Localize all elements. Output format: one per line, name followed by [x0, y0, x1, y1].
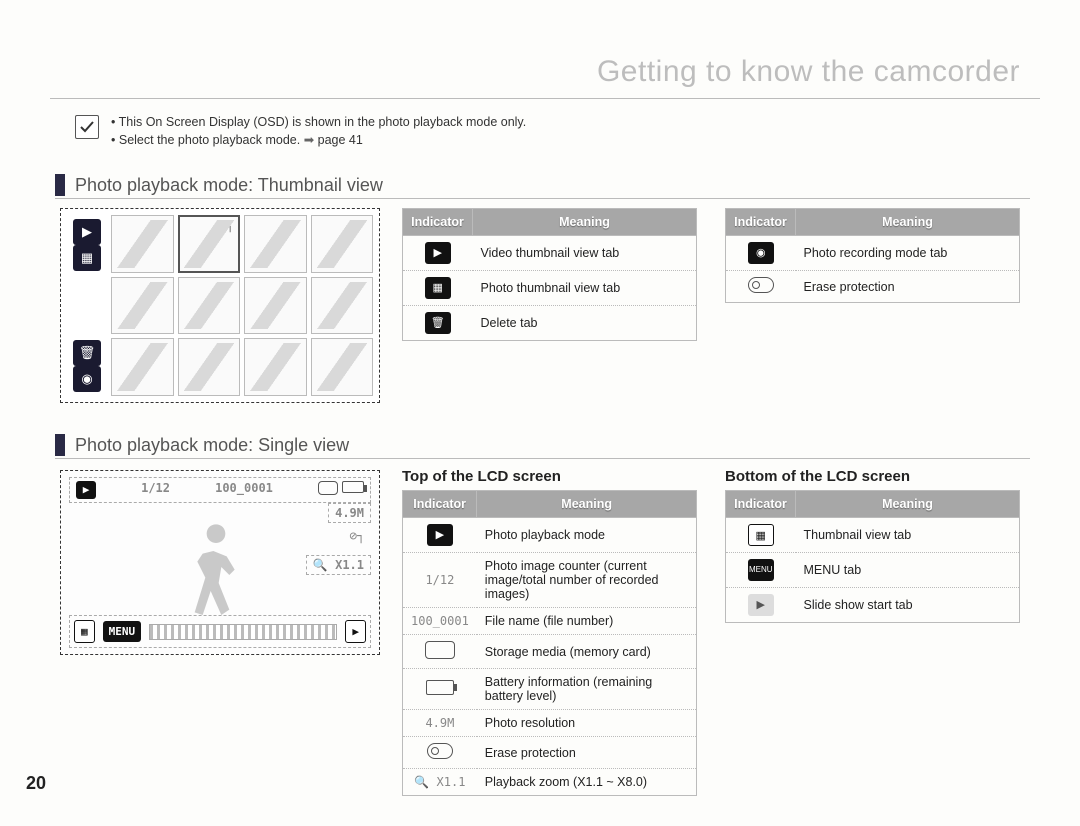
thumbnail-cell — [111, 338, 174, 396]
menu-tab-icon: MENU — [103, 621, 142, 642]
single-bottom-table: IndicatorMeaning ▦ Thumbnail view tab MEN… — [725, 490, 1020, 623]
accent-bar — [55, 434, 65, 456]
page-ref-arrow — [300, 133, 317, 147]
osd-bottom-row: ▦ MENU ▶ — [69, 615, 371, 648]
col-indicator: Indicator — [726, 209, 796, 236]
osd-resolution: 4.9M — [328, 503, 371, 523]
erase-protect-icon — [427, 743, 453, 759]
battery-icon — [426, 680, 454, 695]
meaning-cell: File name (file number) — [477, 608, 697, 635]
thumbnail-cell — [244, 277, 307, 335]
note-line: This On Screen Display (OSD) is shown in… — [111, 115, 526, 129]
camera-mode-icon: ◉ — [748, 242, 774, 264]
meaning-cell: Photo playback mode — [477, 518, 697, 553]
meaning-cell: Playback zoom (X1.1 ~ X8.0) — [477, 769, 697, 796]
thumbnail-cell — [178, 277, 241, 335]
note-text: Select the photo playback mode. — [119, 133, 300, 147]
indicator-table-right: IndicatorMeaning ◉ Photo recording mode t… — [725, 208, 1020, 303]
thumbnail-cell — [244, 215, 307, 273]
camera-mode-icon: ◉ — [73, 366, 101, 392]
note-line: Select the photo playback mode. page 41 — [111, 132, 526, 147]
meaning-cell: Photo thumbnail view tab — [473, 271, 697, 306]
delete-tab-icon: 🗑 — [73, 340, 101, 366]
protect-icon: ⊘┐ — [217, 219, 234, 232]
col-meaning: Meaning — [796, 491, 1020, 518]
col-meaning: Meaning — [473, 209, 697, 236]
meaning-cell: Photo recording mode tab — [796, 236, 1020, 271]
meaning-cell: Battery information (remaining battery l… — [477, 669, 697, 710]
single-view-illustration: ▶ 1/12 100_0001 4.9M ⊘┐ 🔍 X1.1 ▦ MENU ▶ — [60, 470, 380, 655]
meaning-cell: MENU tab — [796, 553, 1020, 588]
meaning-cell: Slide show start tab — [796, 588, 1020, 623]
bottom-lcd-header: Bottom of the LCD screen — [725, 468, 910, 485]
meaning-cell: Photo image counter (current image/total… — [477, 553, 697, 608]
counter-indicator: 1/12 — [425, 573, 454, 587]
section-title: Photo playback mode: Thumbnail view — [75, 175, 383, 196]
zoom-indicator: 🔍 X1.1 — [414, 775, 465, 789]
photo-silhouette — [171, 511, 261, 631]
check-icon — [75, 115, 99, 139]
divider — [55, 198, 1030, 199]
osd-filename: 100_0001 — [215, 481, 273, 499]
indicator-table-left: IndicatorMeaning ▶ Video thumbnail view t… — [402, 208, 697, 341]
col-indicator: Indicator — [726, 491, 796, 518]
page-number: 20 — [26, 773, 46, 794]
thumbnail-cell — [111, 215, 174, 273]
section-title: Photo playback mode: Single view — [75, 435, 349, 456]
top-lcd-header: Top of the LCD screen — [402, 468, 561, 485]
meaning-cell: Thumbnail view tab — [796, 518, 1020, 553]
delete-icon: 🗑 — [425, 312, 451, 334]
chapter-title: Getting to know the camcorder — [597, 55, 1020, 89]
divider — [55, 458, 1030, 459]
meaning-cell: Photo resolution — [477, 710, 697, 737]
accent-bar — [55, 174, 65, 196]
col-meaning: Meaning — [796, 209, 1020, 236]
play-mode-icon: ▶ — [427, 524, 453, 546]
video-tab-icon: ▶ — [73, 219, 101, 245]
thumbnail-cell — [311, 215, 374, 273]
meaning-cell: Storage media (memory card) — [477, 635, 697, 669]
card-icon — [318, 481, 338, 495]
page-ref: page 41 — [318, 133, 363, 147]
thumbnail-cell — [111, 277, 174, 335]
thumbnail-view-illustration: ▶ ▦ 🗑 ◉ ⊘┐ — [60, 208, 380, 403]
card-icon — [425, 641, 455, 659]
slideshow-tab-icon: ▶ — [345, 620, 366, 643]
thumbnail-cell-selected: ⊘┐ — [178, 215, 241, 273]
photo-tab-icon: ▦ — [73, 245, 101, 271]
filename-indicator: 100_0001 — [411, 614, 469, 628]
thumbnail-cell — [311, 277, 374, 335]
divider — [50, 98, 1040, 99]
meaning-cell: Delete tab — [473, 306, 697, 341]
col-indicator: Indicator — [403, 209, 473, 236]
play-mode-icon: ▶ — [76, 481, 96, 499]
meaning-cell: Erase protection — [477, 737, 697, 769]
osd-counter: 1/12 — [141, 481, 170, 499]
thumbnail-tab-icon: ▦ — [748, 524, 774, 546]
osd-top-row: ▶ 1/12 100_0001 — [69, 477, 371, 503]
thumbnail-cell — [178, 338, 241, 396]
thumbnail-cell — [244, 338, 307, 396]
battery-icon — [342, 481, 364, 493]
resolution-indicator: 4.9M — [425, 716, 454, 730]
osd-protect-icon: ⊘┐ — [349, 529, 365, 544]
osd-strip — [149, 624, 337, 640]
section-heading: Photo playback mode: Single view — [55, 432, 349, 458]
col-meaning: Meaning — [477, 491, 697, 518]
meaning-cell: Erase protection — [796, 271, 1020, 303]
single-top-table: IndicatorMeaning ▶ Photo playback mode 1/… — [402, 490, 697, 796]
thumbnail-tab-icon: ▦ — [74, 620, 95, 643]
section-heading: Photo playback mode: Thumbnail view — [55, 172, 383, 198]
col-indicator: Indicator — [403, 491, 477, 518]
thumbnail-sidebar: ▶ ▦ 🗑 ◉ — [67, 215, 107, 396]
photo-thumbnail-icon: ▦ — [425, 277, 451, 299]
thumbnail-cell — [311, 338, 374, 396]
note-box: This On Screen Display (OSD) is shown in… — [75, 115, 1020, 147]
erase-protect-icon — [748, 277, 774, 293]
meaning-cell: Video thumbnail view tab — [473, 236, 697, 271]
video-thumbnail-icon: ▶ — [425, 242, 451, 264]
slideshow-tab-icon: ▶ — [748, 594, 774, 616]
menu-tab-icon: MENU — [748, 559, 774, 581]
osd-zoom: 🔍 X1.1 — [306, 555, 371, 575]
